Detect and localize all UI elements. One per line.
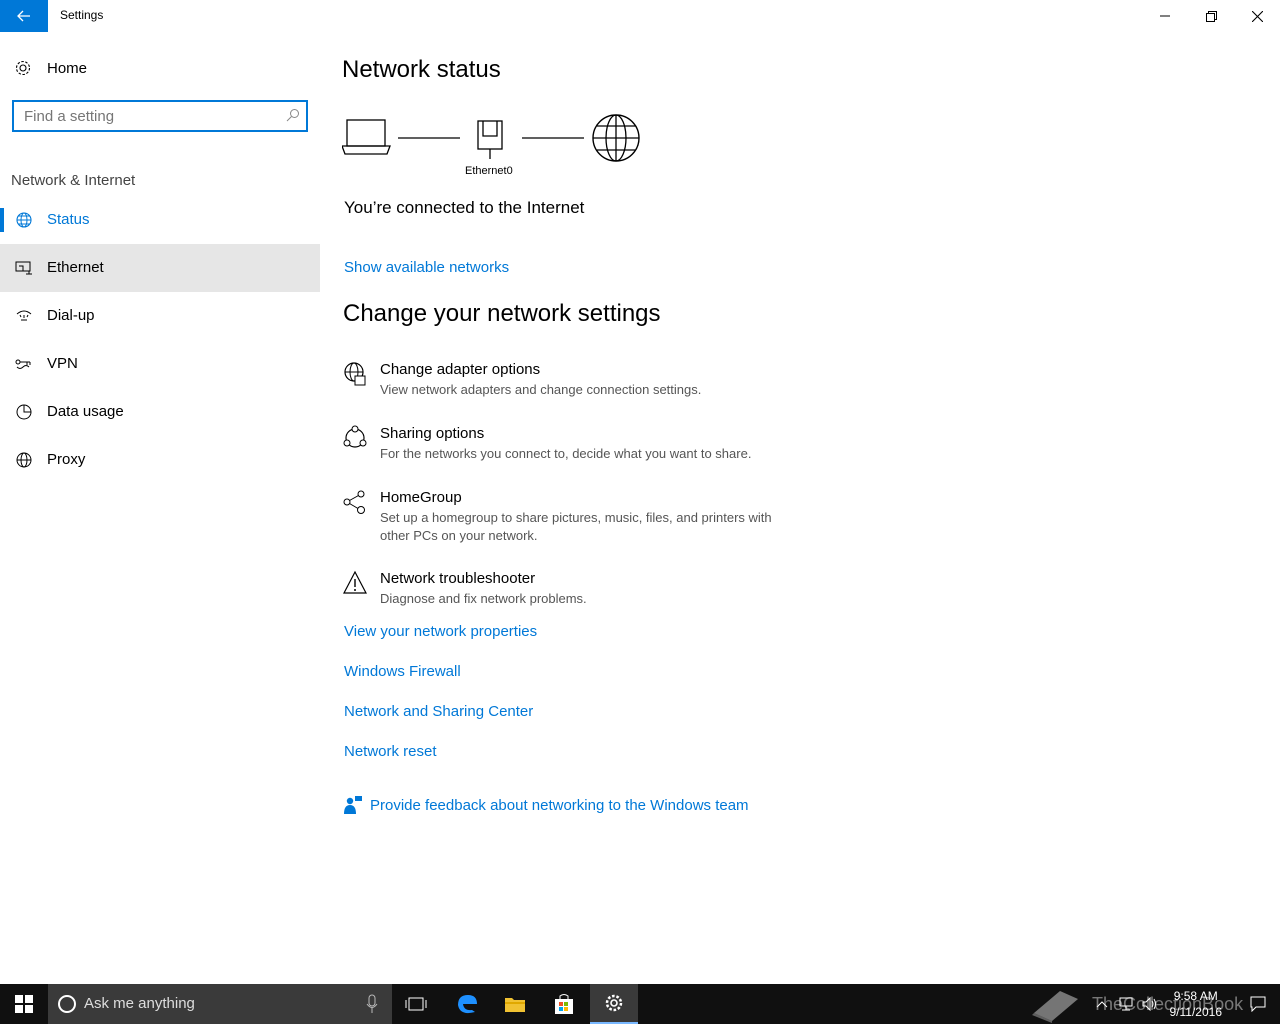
chevron-up-icon[interactable] — [1096, 999, 1108, 1009]
dialup-icon — [16, 310, 32, 321]
network-tray-icon[interactable] — [1118, 997, 1134, 1011]
gear-icon — [15, 60, 31, 76]
taskbar-settings[interactable] — [590, 984, 638, 1024]
ethernet-port-icon — [477, 120, 503, 159]
windows-firewall-link[interactable]: Windows Firewall — [344, 663, 461, 680]
adapter-name: Ethernet0 — [465, 165, 513, 177]
option-title: Change adapter options — [380, 361, 541, 378]
close-icon — [1251, 10, 1263, 22]
clock-time: 9:58 AM — [1173, 989, 1218, 1003]
action-center-button[interactable] — [1236, 984, 1280, 1024]
search-input[interactable]: Find a setting — [12, 100, 308, 132]
clock[interactable]: 9:58 AM 9/11/2016 — [1170, 988, 1223, 1020]
taskbar-store[interactable] — [540, 984, 588, 1024]
windows-logo-icon — [15, 995, 33, 1013]
folder-icon — [505, 998, 525, 1012]
back-arrow-icon — [17, 10, 30, 22]
sidebar-home[interactable]: Home — [0, 52, 320, 84]
feedback-person-icon — [344, 796, 362, 814]
sidebar-item-proxy[interactable]: Proxy — [0, 436, 320, 484]
sidebar-item-ethernet[interactable]: Ethernet — [0, 244, 320, 292]
warning-icon — [343, 570, 367, 594]
sidebar-item-label: Status — [47, 211, 90, 228]
homegroup-option[interactable]: HomeGroup Set up a homegroup to share pi… — [342, 489, 802, 547]
network-troubleshooter[interactable]: Network troubleshooter Diagnose and fix … — [342, 570, 802, 610]
sidebar-item-label: VPN — [47, 355, 78, 372]
globe-status-icon — [16, 212, 32, 228]
cortana-icon — [58, 995, 76, 1013]
option-title: Network troubleshooter — [380, 570, 536, 587]
sidebar-item-data-usage[interactable]: Data usage — [0, 388, 320, 436]
restore-button[interactable] — [1188, 0, 1234, 32]
cortana-search-box[interactable]: Ask me anything — [48, 984, 392, 1024]
main-content: Network status Ethernet0 You’re connecte… — [320, 32, 1280, 984]
sidebar-item-label: Proxy — [47, 451, 86, 468]
vpn-icon — [15, 359, 31, 369]
option-description: Diagnose and fix network problems. — [380, 591, 587, 606]
feedback-label: Provide feedback about networking to the… — [370, 796, 749, 814]
laptop-icon — [342, 119, 391, 155]
notification-icon — [1250, 996, 1266, 1012]
change-adapter-options[interactable]: Change adapter options View network adap… — [342, 361, 802, 401]
homegroup-icon — [343, 490, 365, 514]
title-bar: Settings — [0, 0, 1280, 32]
task-view-icon — [405, 997, 427, 1011]
sidebar-item-label: Dial-up — [47, 307, 95, 324]
network-status-heading: Network status — [342, 56, 501, 83]
option-title: Sharing options — [380, 425, 485, 442]
sidebar-item-label: Ethernet — [47, 259, 104, 276]
sidebar-item-status[interactable]: Status — [0, 196, 320, 244]
back-button[interactable] — [0, 0, 48, 32]
system-tray — [1096, 984, 1158, 1024]
sidebar-item-vpn[interactable]: VPN — [0, 340, 320, 388]
option-title: HomeGroup — [380, 489, 462, 506]
sidebar: Home Find a setting Network & Internet S… — [0, 32, 320, 984]
restore-icon — [1205, 10, 1217, 22]
change-settings-heading: Change your network settings — [343, 300, 661, 327]
edge-icon — [458, 995, 477, 1014]
network-reset-link[interactable]: Network reset — [344, 743, 437, 760]
app-title: Settings — [60, 8, 104, 22]
home-label: Home — [47, 60, 88, 77]
sidebar-item-label: Data usage — [47, 403, 124, 420]
taskbar-edge[interactable] — [443, 984, 491, 1024]
option-description: Set up a homegroup to share pictures, mu… — [380, 510, 772, 543]
feedback-link[interactable]: Provide feedback about networking to the… — [344, 796, 749, 814]
sharing-options[interactable]: Sharing options For the networks you con… — [342, 425, 802, 465]
microphone-icon[interactable] — [366, 994, 378, 1014]
taskbar-file-explorer[interactable] — [491, 984, 539, 1024]
sidebar-item-dialup[interactable]: Dial-up — [0, 292, 320, 340]
show-available-networks-link[interactable]: Show available networks — [344, 259, 509, 276]
option-description: For the networks you connect to, decide … — [380, 446, 752, 461]
cortana-placeholder: Ask me anything — [84, 995, 195, 1012]
clock-date: 9/11/2016 — [1169, 1005, 1223, 1019]
network-properties-link[interactable]: View your network properties — [344, 623, 537, 640]
taskbar: Ask me anything TheCollectionBook 9:58 A… — [0, 984, 1280, 1024]
volume-icon[interactable] — [1142, 997, 1158, 1011]
internet-globe-icon — [592, 114, 640, 162]
sharing-icon — [343, 425, 367, 448]
sidebar-nav: Status Ethernet Dial-up VPN Data usage P… — [0, 196, 320, 484]
ethernet-icon — [15, 261, 32, 275]
search-icon — [286, 109, 299, 122]
globe-icon — [16, 452, 32, 468]
close-button[interactable] — [1234, 0, 1280, 32]
section-heading: Network & Internet — [11, 172, 136, 189]
settings-gear-icon — [605, 994, 623, 1012]
search-placeholder: Find a setting — [24, 108, 115, 125]
connection-status: You’re connected to the Internet — [344, 198, 585, 217]
start-button[interactable] — [0, 984, 48, 1024]
book-icon — [1032, 991, 1078, 1023]
pie-chart-icon — [16, 404, 32, 420]
adapter-globe-icon — [344, 362, 366, 386]
sharing-center-link[interactable]: Network and Sharing Center — [344, 703, 533, 720]
task-view-button[interactable] — [392, 984, 440, 1024]
option-description: View network adapters and change connect… — [380, 382, 702, 397]
store-bag-icon — [555, 994, 573, 1014]
minimize-icon — [1160, 15, 1170, 17]
minimize-button[interactable] — [1142, 0, 1188, 32]
